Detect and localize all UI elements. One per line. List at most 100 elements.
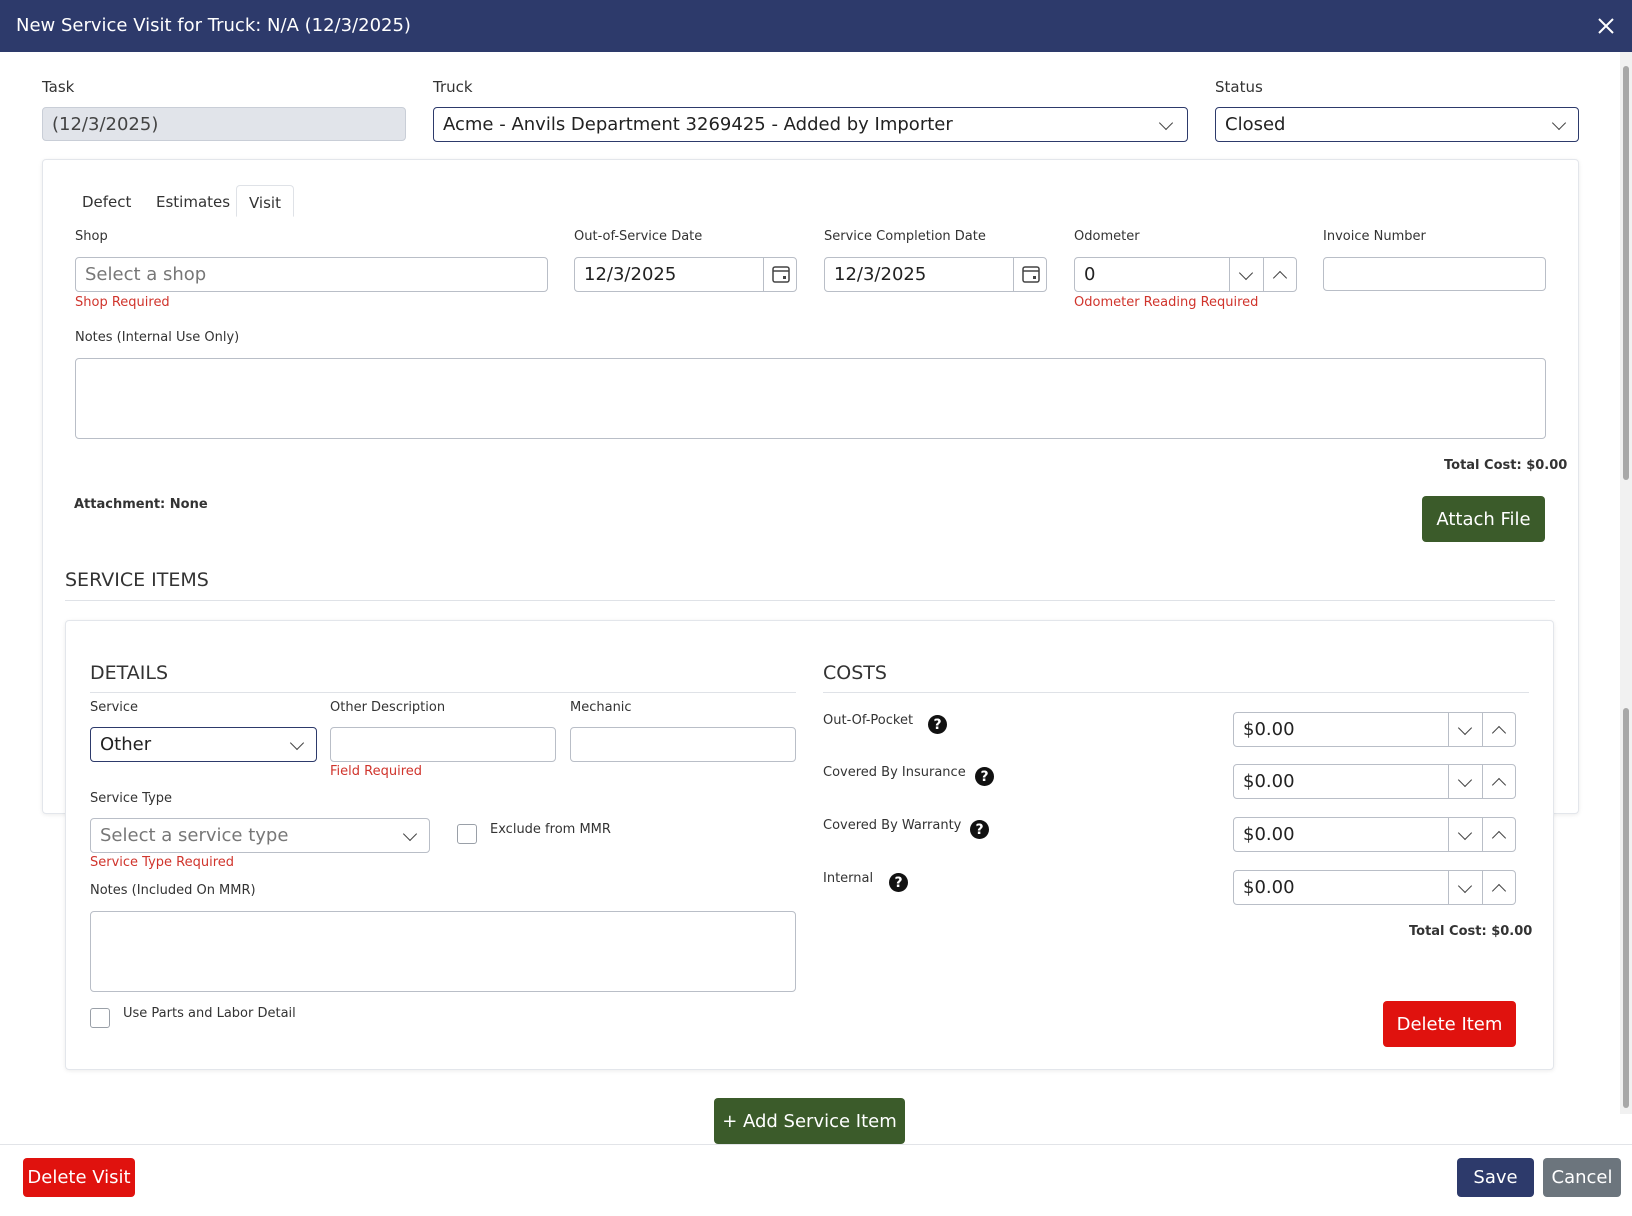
add-service-item-button[interactable]: + Add Service Item bbox=[714, 1098, 905, 1144]
calendar-icon bbox=[772, 266, 790, 283]
decrement-button[interactable] bbox=[1448, 765, 1481, 798]
exclude-mmr-checkbox[interactable] bbox=[457, 824, 477, 844]
truck-label: Truck bbox=[433, 78, 473, 96]
oos-date-input[interactable]: 12/3/2025 bbox=[574, 257, 797, 292]
decrement-button[interactable] bbox=[1448, 713, 1481, 746]
increment-button[interactable] bbox=[1482, 818, 1515, 851]
increment-button[interactable] bbox=[1482, 871, 1515, 904]
chevron-down-icon bbox=[1551, 115, 1567, 130]
status-label: Status bbox=[1215, 78, 1263, 96]
cost-value: $0.00 bbox=[1243, 719, 1295, 740]
item-total-cost: Total Cost: $0.00 bbox=[1409, 924, 1533, 939]
chevron-down-icon bbox=[1158, 115, 1174, 130]
other-description-input[interactable] bbox=[330, 727, 556, 762]
increment-button[interactable] bbox=[1482, 765, 1515, 798]
shop-input[interactable]: Select a shop bbox=[75, 257, 548, 292]
truck-value: Acme - Anvils Department 3269425 - Added… bbox=[443, 114, 953, 135]
cost-label-warranty: Covered By Warranty bbox=[823, 818, 962, 833]
delete-item-button[interactable]: Delete Item bbox=[1383, 1001, 1516, 1047]
cost-label-out-of-pocket: Out-Of-Pocket bbox=[823, 713, 914, 728]
attach-file-button[interactable]: Attach File bbox=[1422, 496, 1545, 542]
service-value: Other bbox=[100, 734, 152, 755]
decrement-button[interactable] bbox=[1448, 871, 1481, 904]
cost-value: $0.00 bbox=[1243, 771, 1295, 792]
cost-value: $0.00 bbox=[1243, 824, 1295, 845]
calendar-button[interactable] bbox=[1013, 258, 1046, 291]
delete-visit-button[interactable]: Delete Visit bbox=[23, 1158, 135, 1197]
odometer-value: 0 bbox=[1084, 264, 1096, 285]
cancel-button[interactable]: Cancel bbox=[1543, 1158, 1621, 1197]
help-icon[interactable]: ? bbox=[889, 873, 908, 892]
chevron-down-icon bbox=[1238, 265, 1254, 280]
task-value: (12/3/2025) bbox=[52, 113, 159, 135]
tab-visit[interactable]: Visit bbox=[236, 185, 294, 217]
warranty-input[interactable]: $0.00 bbox=[1233, 817, 1516, 852]
help-icon[interactable]: ? bbox=[970, 820, 989, 839]
completion-date-label: Service Completion Date bbox=[824, 229, 986, 244]
visit-total-cost: Total Cost: $0.00 bbox=[1444, 458, 1568, 473]
divider bbox=[90, 692, 796, 693]
cost-label-insurance: Covered By Insurance bbox=[823, 765, 966, 780]
shop-label: Shop bbox=[75, 229, 108, 244]
shop-placeholder: Select a shop bbox=[85, 264, 207, 285]
status-value: Closed bbox=[1225, 114, 1286, 135]
visit-notes-textarea[interactable] bbox=[75, 358, 1546, 439]
help-icon[interactable]: ? bbox=[928, 715, 947, 734]
dialog-title: New Service Visit for Truck: N/A (12/3/2… bbox=[16, 15, 411, 36]
calendar-button[interactable] bbox=[763, 258, 796, 291]
service-items-title: SERVICE ITEMS bbox=[65, 569, 209, 591]
chevron-up-icon bbox=[1491, 725, 1507, 740]
divider bbox=[823, 692, 1529, 693]
odometer-label: Odometer bbox=[1074, 229, 1140, 244]
mechanic-input[interactable] bbox=[570, 727, 796, 762]
service-select[interactable]: Other bbox=[90, 727, 317, 762]
costs-title: COSTS bbox=[823, 662, 887, 684]
increment-button[interactable] bbox=[1263, 258, 1296, 291]
chevron-down-icon bbox=[1457, 772, 1473, 787]
chevron-up-icon bbox=[1491, 830, 1507, 845]
mechanic-label: Mechanic bbox=[570, 700, 632, 715]
service-visit-dialog: New Service Visit for Truck: N/A (12/3/2… bbox=[0, 0, 1632, 1216]
service-type-select[interactable]: Select a service type bbox=[90, 818, 430, 853]
calendar-icon bbox=[1022, 266, 1040, 283]
tab-estimates[interactable]: Estimates bbox=[144, 185, 242, 217]
odometer-input[interactable]: 0 bbox=[1074, 257, 1297, 292]
service-type-label: Service Type bbox=[90, 791, 173, 806]
scrollbar-thumb-lower[interactable] bbox=[1623, 708, 1629, 1108]
decrement-button[interactable] bbox=[1229, 258, 1262, 291]
save-button[interactable]: Save bbox=[1457, 1158, 1534, 1197]
invoice-label: Invoice Number bbox=[1323, 229, 1426, 244]
oos-date-label: Out-of-Service Date bbox=[574, 229, 703, 244]
task-label: Task bbox=[42, 78, 75, 96]
cost-label-internal: Internal bbox=[823, 871, 874, 886]
mmr-notes-textarea[interactable] bbox=[90, 911, 796, 992]
other-description-error: Field Required bbox=[330, 764, 422, 779]
scrollbar[interactable] bbox=[1620, 52, 1632, 1114]
details-title: DETAILS bbox=[90, 662, 169, 684]
chevron-down-icon bbox=[1457, 720, 1473, 735]
completion-date-input[interactable]: 12/3/2025 bbox=[824, 257, 1047, 292]
chevron-down-icon bbox=[289, 735, 305, 750]
shop-error: Shop Required bbox=[75, 295, 170, 310]
oos-date-value: 12/3/2025 bbox=[584, 264, 677, 285]
status-select[interactable]: Closed bbox=[1215, 107, 1579, 142]
chevron-down-icon bbox=[1457, 825, 1473, 840]
increment-button[interactable] bbox=[1482, 713, 1515, 746]
truck-select[interactable]: Acme - Anvils Department 3269425 - Added… bbox=[433, 107, 1188, 142]
attachment-status: Attachment: None bbox=[74, 497, 208, 512]
close-icon[interactable] bbox=[1594, 14, 1618, 38]
out-of-pocket-input[interactable]: $0.00 bbox=[1233, 712, 1516, 747]
internal-input[interactable]: $0.00 bbox=[1233, 870, 1516, 905]
mmr-notes-label: Notes (Included On MMR) bbox=[90, 883, 256, 898]
decrement-button[interactable] bbox=[1448, 818, 1481, 851]
tab-defect[interactable]: Defect bbox=[70, 185, 143, 217]
invoice-input[interactable] bbox=[1323, 257, 1546, 291]
task-field: (12/3/2025) bbox=[42, 107, 406, 141]
insurance-input[interactable]: $0.00 bbox=[1233, 764, 1516, 799]
parts-labor-checkbox[interactable] bbox=[90, 1008, 110, 1028]
divider bbox=[65, 600, 1555, 601]
scrollbar-thumb-upper[interactable] bbox=[1623, 66, 1629, 480]
odometer-error: Odometer Reading Required bbox=[1074, 295, 1259, 310]
help-icon[interactable]: ? bbox=[975, 767, 994, 786]
completion-date-value: 12/3/2025 bbox=[834, 264, 927, 285]
